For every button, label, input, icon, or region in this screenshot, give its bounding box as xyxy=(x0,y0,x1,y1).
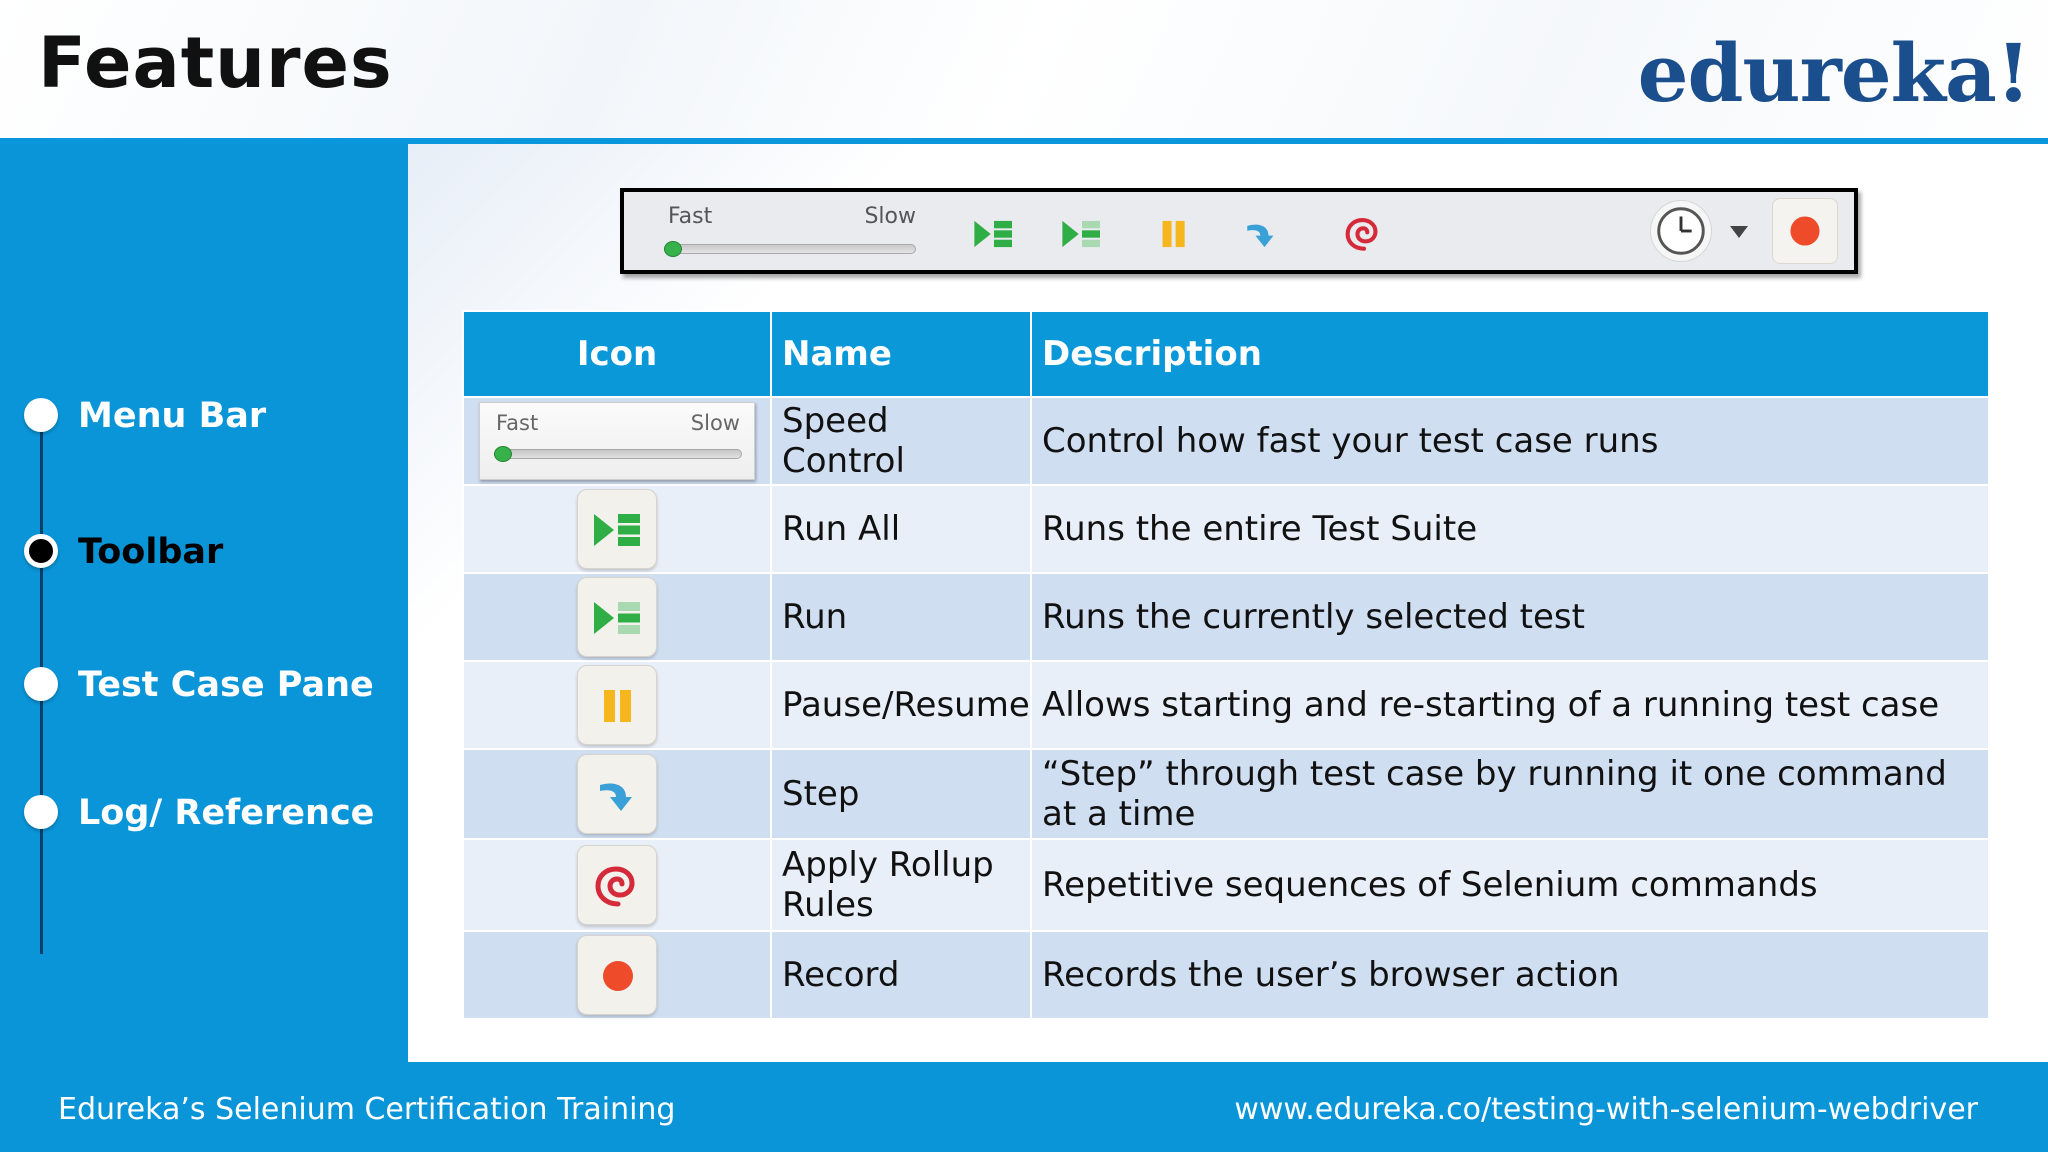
clock-icon[interactable] xyxy=(1650,200,1712,262)
feature-name: Record xyxy=(770,930,1032,1020)
sidebar-item-label: Menu Bar xyxy=(78,396,267,436)
icon-cell xyxy=(462,838,772,932)
sidebar-item-label: Toolbar xyxy=(78,532,224,572)
speed-control-slider[interactable]: Fast Slow xyxy=(662,204,916,257)
icon-cell xyxy=(462,484,772,574)
table-header-row: Icon Name Description xyxy=(462,310,1990,398)
column-header-icon: Icon xyxy=(462,310,772,398)
step-icon[interactable] xyxy=(1238,216,1286,252)
icon-cell xyxy=(462,572,772,662)
edureka-logo: edureka! xyxy=(1637,26,2031,120)
speed-fast-label: Fast xyxy=(496,411,539,435)
course-url[interactable]: www.edureka.co/testing-with-selenium-web… xyxy=(1234,1092,1978,1127)
feature-name: Pause/Resume xyxy=(770,660,1032,750)
speed-slow-label: Slow xyxy=(864,204,916,229)
rollup-icon[interactable] xyxy=(1340,216,1388,252)
feature-description: “Step” through test case by running it o… xyxy=(1030,748,1990,840)
course-name: Edureka’s Selenium Certification Trainin… xyxy=(58,1092,676,1127)
sidebar-item-toolbar[interactable]: Toolbar xyxy=(0,526,408,576)
speed-knob[interactable] xyxy=(664,241,682,257)
speed-track xyxy=(664,244,916,254)
table-row: Apply Rollup Rules Repetitive sequences … xyxy=(462,838,1990,932)
column-header-name: Name xyxy=(770,310,1032,398)
pause-icon[interactable] xyxy=(1150,216,1198,252)
pause-icon xyxy=(577,665,657,745)
rollup-icon xyxy=(577,845,657,925)
selenium-toolbar-preview: Fast Slow xyxy=(620,188,1858,274)
run-all-icon[interactable] xyxy=(970,216,1018,252)
timeline-dot-active xyxy=(24,534,58,568)
icon-cell xyxy=(462,748,772,840)
record-icon xyxy=(1790,216,1820,246)
icon-cell xyxy=(462,660,772,750)
timeline-dot xyxy=(24,795,58,829)
table-row: Step “Step” through test case by running… xyxy=(462,748,1990,840)
feature-name: Run xyxy=(770,572,1032,662)
step-icon xyxy=(577,754,657,834)
table-row: Fast Slow Speed Control Control how fast… xyxy=(462,396,1990,486)
speed-knob xyxy=(494,446,512,462)
speed-fast-label: Fast xyxy=(668,204,713,229)
record-icon xyxy=(577,935,657,1015)
speed-slow-label: Slow xyxy=(690,411,740,435)
slide-footer: Edureka’s Selenium Certification Trainin… xyxy=(0,1062,2048,1152)
run-all-icon xyxy=(577,489,657,569)
table-row: Run All Runs the entire Test Suite xyxy=(462,484,1990,574)
icon-cell xyxy=(462,930,772,1020)
slide-title: Features xyxy=(38,22,393,104)
features-table: Icon Name Description Fast Slow Speed Co… xyxy=(462,310,1990,1020)
chevron-down-icon[interactable] xyxy=(1728,222,1750,242)
run-icon xyxy=(577,577,657,657)
run-icon[interactable] xyxy=(1058,216,1106,252)
record-button[interactable] xyxy=(1772,198,1838,264)
feature-description: Control how fast your test case runs xyxy=(1030,396,1990,486)
feature-description: Runs the entire Test Suite xyxy=(1030,484,1990,574)
sidebar: Menu Bar Toolbar Test Case Pane Log/ Ref… xyxy=(0,144,408,1062)
sidebar-item-menu-bar[interactable]: Menu Bar xyxy=(0,390,408,440)
table-row: Pause/Resume Allows starting and re-star… xyxy=(462,660,1990,750)
timeline-dot xyxy=(24,398,58,432)
feature-description: Allows starting and re-starting of a run… xyxy=(1030,660,1990,750)
icon-cell: Fast Slow xyxy=(462,396,772,486)
sidebar-item-label: Test Case Pane xyxy=(78,665,374,705)
table-row: Run Runs the currently selected test xyxy=(462,572,1990,662)
sidebar-item-label: Log/ Reference xyxy=(78,793,375,833)
column-header-description: Description xyxy=(1030,310,1990,398)
feature-name: Apply Rollup Rules xyxy=(770,838,1032,932)
feature-name: Run All xyxy=(770,484,1032,574)
sidebar-item-log-reference[interactable]: Log/ Reference xyxy=(0,787,408,837)
sidebar-item-test-case-pane[interactable]: Test Case Pane xyxy=(0,659,408,709)
timeline-dot xyxy=(24,667,58,701)
feature-description: Runs the currently selected test xyxy=(1030,572,1990,662)
slide-header: Features edureka! xyxy=(0,0,2048,138)
feature-description: Repetitive sequences of Selenium command… xyxy=(1030,838,1990,932)
table-row: Record Records the user’s browser action xyxy=(462,930,1990,1020)
speed-control-icon: Fast Slow xyxy=(479,402,755,480)
feature-name: Step xyxy=(770,748,1032,840)
feature-name: Speed Control xyxy=(770,396,1032,486)
speed-track xyxy=(494,449,742,459)
feature-description: Records the user’s browser action xyxy=(1030,930,1990,1020)
